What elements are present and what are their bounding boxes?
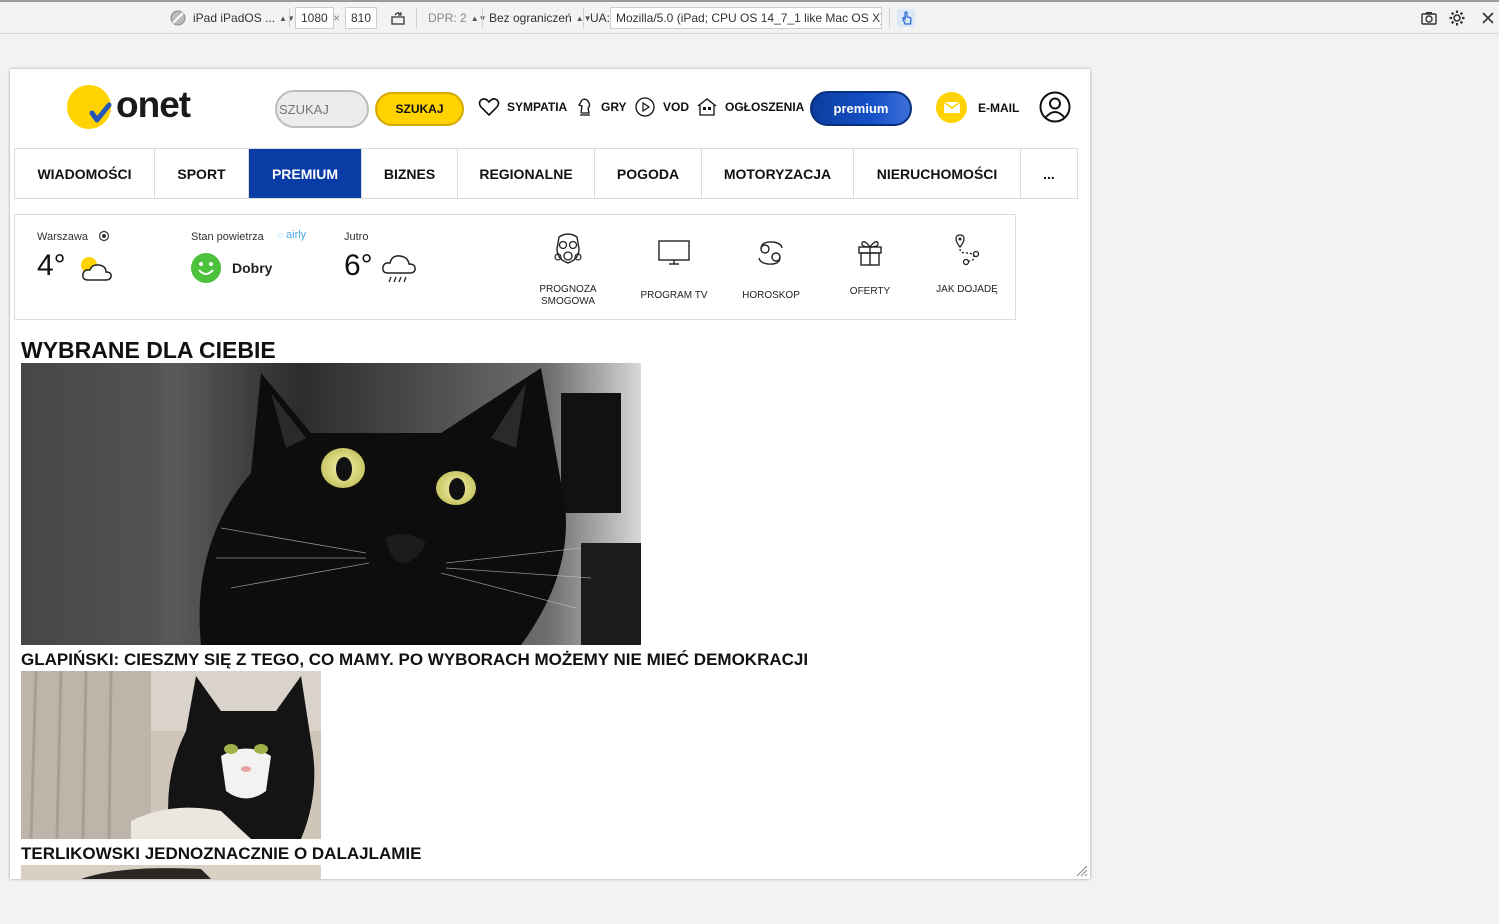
logo-text: onet [116, 84, 191, 125]
article-photo[interactable] [21, 671, 321, 839]
widgets-bar: Warszawa 4° Stan powietrza ◌ airly Dobry… [14, 214, 1016, 320]
section-title: WYBRANE DLA CIEBIE [21, 337, 276, 363]
throttle-select[interactable]: Bez ograniczeń▲▼ [489, 6, 592, 30]
rotate-icon[interactable] [389, 9, 407, 27]
device-icon [170, 10, 186, 26]
airly-logo: ◌ airly [277, 229, 307, 241]
cat-photo-partial [81, 868, 211, 879]
chess-knight-icon [578, 98, 591, 116]
nav-item-nieruchomosci[interactable]: NIERUCHOMOŚCI [854, 149, 1021, 198]
search-field[interactable] [275, 90, 369, 128]
width-input[interactable]: 1080 [295, 7, 334, 29]
service-label: HOROSKOP [742, 290, 800, 301]
nav-item-regionalne[interactable]: REGIONALNE [458, 149, 595, 198]
resize-handle-icon[interactable] [1076, 865, 1088, 877]
account-icon[interactable] [1039, 91, 1071, 123]
device-name: iPad iPadOS ... [193, 11, 276, 25]
main-navigation: WIADOMOŚCI SPORT PREMIUM BIZNES REGIONAL… [14, 148, 1078, 199]
link-label: VOD [663, 100, 690, 114]
device-select[interactable]: iPad iPadOS ... ▲▼ [193, 6, 295, 30]
service-label: PROGNOZA SMOGOWA [539, 284, 597, 307]
devtools-toolbar: iPad iPadOS ... ▲▼ 1080 × 810 DPR: 2 ▲▼ Be… [0, 0, 1499, 34]
tomorrow-label: Jutro [344, 231, 369, 243]
screenshot-icon[interactable] [1420, 9, 1438, 27]
nav-item-premium[interactable]: PREMIUM [249, 149, 362, 198]
search-input[interactable] [279, 101, 367, 117]
service-label: JAK DOJADĘ [936, 284, 998, 295]
device-viewport: onet SZUKAJ SYMPATIA GRY VOD OGŁOSZENIA … [10, 69, 1090, 879]
service-jak-dojade[interactable]: JAK DOJADĘ [927, 227, 1007, 296]
route-icon [955, 234, 980, 266]
air-label: Stan powietrza [191, 231, 264, 243]
article-photo[interactable] [21, 363, 641, 645]
ua-label: UA: [590, 11, 611, 25]
tv-icon [658, 240, 690, 265]
gift-icon [858, 241, 882, 266]
email-link[interactable]: E-MAIL [978, 101, 1019, 115]
service-oferty[interactable]: OFERTY [830, 227, 910, 298]
email-icon[interactable] [936, 92, 967, 123]
close-icon[interactable] [1479, 9, 1497, 27]
play-icon [635, 97, 655, 117]
dpr-select[interactable]: DPR: 2 ▲▼ [428, 6, 487, 30]
city-label[interactable]: Warszawa [37, 231, 88, 243]
article-headline[interactable]: TERLIKOWSKI JEDNOZNACZNIE O DALAJLAMIE [21, 844, 421, 864]
article-headline[interactable]: GLAPIŃSKI: CIESZMY SIĘ Z TEGO, CO MAMY. … [21, 650, 808, 670]
width-value: 1080 [301, 11, 328, 25]
link-vod[interactable]: VOD [634, 94, 689, 120]
link-sympatia[interactable]: SYMPATIA [478, 94, 567, 120]
ua-value: Mozilla/5.0 (iPad; CPU OS 14_7_1 like Ma… [616, 11, 882, 25]
link-label: GRY [601, 100, 627, 114]
smiley-icon [191, 253, 221, 283]
link-ogloszenia[interactable]: OGŁOSZENIA [696, 94, 804, 120]
nav-item-wiadomosci[interactable]: WIADOMOŚCI [15, 149, 155, 198]
dimension-times: × [333, 11, 341, 25]
black-cat-photo [21, 363, 641, 645]
link-label: SYMPATIA [507, 100, 568, 114]
gas-mask-icon [554, 233, 582, 264]
partly-cloudy-icon [81, 257, 112, 281]
service-prognoza-smogowa[interactable]: PROGNOZA SMOGOWA [528, 227, 608, 308]
throttle-value: Bez ograniczeń [489, 11, 572, 25]
touch-icon[interactable] [897, 9, 915, 27]
temp-tomorrow: 6° [344, 249, 373, 282]
location-icon[interactable] [98, 230, 110, 242]
dpr-value: DPR: 2 [428, 11, 467, 25]
house-icon [697, 98, 717, 116]
cancer-zodiac-icon [758, 241, 783, 265]
link-gry[interactable]: GRY [576, 94, 627, 120]
link-label: OGŁOSZENIA [725, 100, 805, 114]
tuxedo-cat-photo [21, 671, 321, 839]
service-label: PROGRAM TV [640, 290, 708, 301]
nav-item-sport[interactable]: SPORT [155, 149, 249, 198]
service-horoskop[interactable]: HOROSKOP [731, 227, 811, 302]
nav-item-biznes[interactable]: BIZNES [362, 149, 458, 198]
ua-input[interactable]: Mozilla/5.0 (iPad; CPU OS 14_7_1 like Ma… [610, 7, 882, 29]
settings-icon[interactable] [1448, 9, 1466, 27]
heart-icon [478, 98, 500, 117]
nav-item-more[interactable]: ... [1021, 149, 1077, 198]
service-label: OFERTY [849, 286, 891, 297]
nav-item-motoryzacja[interactable]: MOTORYZACJA [702, 149, 854, 198]
temp-now: 4° [37, 249, 66, 282]
onet-logo-icon [67, 85, 112, 129]
article-photo[interactable] [21, 865, 321, 879]
nav-item-pogoda[interactable]: POGODA [595, 149, 702, 198]
air-status: Dobry [232, 260, 273, 276]
air-provider: airly [286, 229, 307, 241]
service-program-tv[interactable]: PROGRAM TV [634, 227, 714, 302]
height-input[interactable]: 810 [345, 7, 378, 29]
rain-cloud-icon [382, 255, 416, 283]
onet-logo[interactable]: onet [65, 83, 210, 131]
height-value: 810 [351, 11, 372, 25]
search-button[interactable]: SZUKAJ [375, 92, 464, 126]
premium-button[interactable]: premium [810, 91, 912, 126]
